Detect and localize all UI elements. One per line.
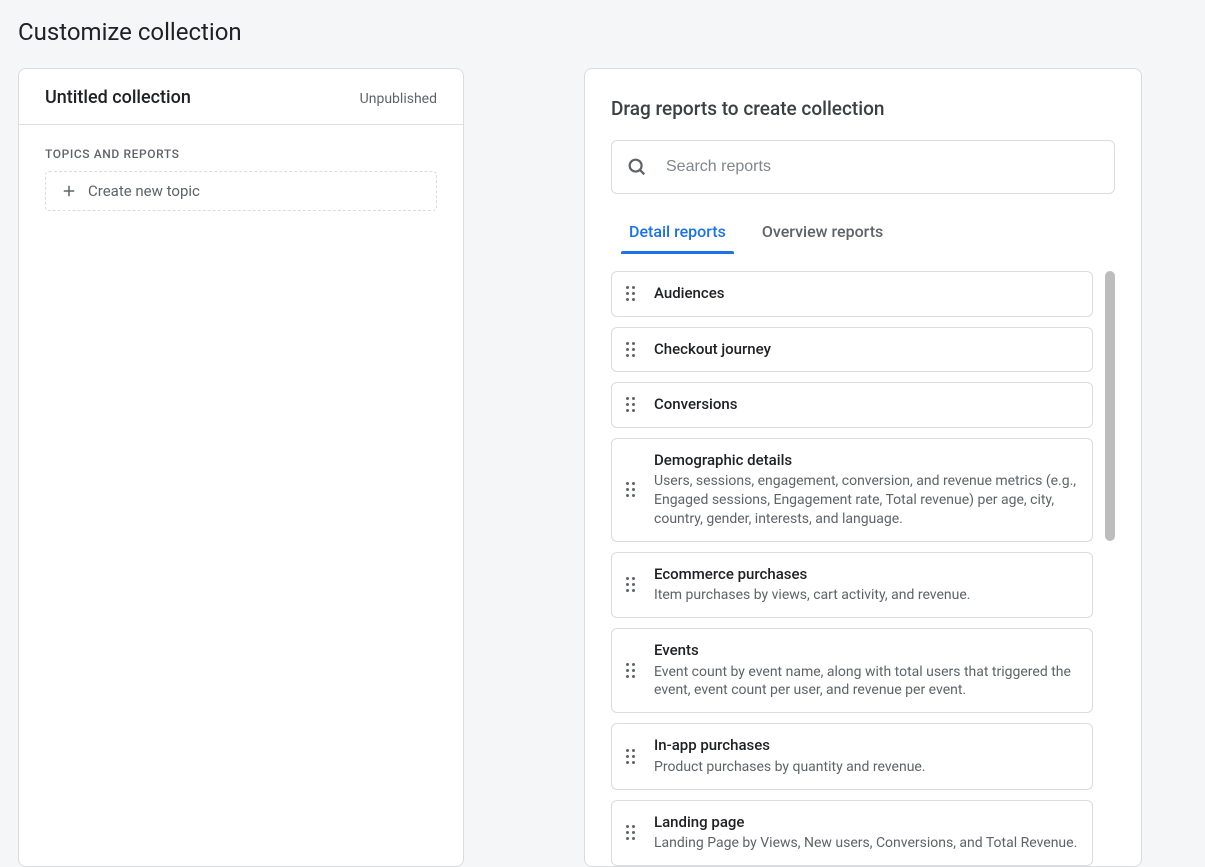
report-tabs: Detail reports Overview reports (611, 222, 1115, 253)
report-body: Audiences (654, 284, 1078, 304)
report-card[interactable]: Demographic detailsUsers, sessions, enga… (611, 438, 1093, 542)
search-box[interactable] (611, 140, 1115, 194)
reports-panel-heading: Drag reports to create collection (611, 97, 1115, 120)
drag-handle-icon[interactable] (626, 576, 640, 594)
report-description: Landing Page by Views, New users, Conver… (654, 834, 1078, 853)
report-title: Audiences (654, 284, 1078, 304)
topics-section-label: TOPICS AND REPORTS (19, 125, 463, 171)
tab-detail-reports[interactable]: Detail reports (629, 222, 726, 253)
report-card[interactable]: Audiences (611, 271, 1093, 317)
report-body: Ecommerce purchasesItem purchases by vie… (654, 565, 1078, 605)
report-card[interactable]: EventsEvent count by event name, along w… (611, 628, 1093, 713)
report-title: Ecommerce purchases (654, 565, 1078, 585)
report-title: Checkout journey (654, 340, 1078, 360)
create-topic-label: Create new topic (88, 182, 200, 200)
collection-panel: Untitled collection Unpublished TOPICS A… (18, 68, 464, 867)
report-card[interactable]: Landing pageLanding Page by Views, New u… (611, 800, 1093, 866)
report-card[interactable]: Conversions (611, 382, 1093, 428)
report-body: Conversions (654, 395, 1078, 415)
report-card[interactable]: Checkout journey (611, 327, 1093, 373)
drag-handle-icon[interactable] (626, 396, 640, 414)
report-card[interactable]: Ecommerce purchasesItem purchases by vie… (611, 552, 1093, 618)
reports-panel: Drag reports to create collection Detail… (584, 68, 1142, 867)
report-body: Demographic detailsUsers, sessions, enga… (654, 451, 1078, 529)
report-body: In-app purchases Product purchases by qua… (654, 736, 1078, 776)
drag-handle-icon[interactable] (626, 748, 640, 766)
reports-list: Audiences Checkout journey Conversions Demo… (611, 271, 1115, 866)
create-topic-button[interactable]: Create new topic (45, 171, 437, 211)
collection-header: Untitled collection Unpublished (19, 69, 463, 125)
report-description: Users, sessions, engagement, conversion,… (654, 472, 1078, 529)
search-icon (626, 156, 648, 178)
scrollbar[interactable] (1105, 271, 1115, 541)
search-input[interactable] (666, 158, 1100, 176)
report-body: EventsEvent count by event name, along w… (654, 641, 1078, 700)
report-title: Demographic details (654, 451, 1078, 471)
report-description: Product purchases by quantity and revenu… (654, 758, 1078, 777)
drag-handle-icon[interactable] (626, 285, 640, 303)
collection-status: Unpublished (360, 91, 437, 107)
report-title: Events (654, 641, 1078, 661)
report-title: In-app purchases (654, 736, 1078, 756)
reports-scroll: Audiences Checkout journey Conversions Demo… (611, 271, 1115, 866)
report-body: Checkout journey (654, 340, 1078, 360)
page-title: Customize collection (0, 0, 1205, 68)
report-card[interactable]: In-app purchases Product purchases by qua… (611, 723, 1093, 789)
drag-handle-icon[interactable] (626, 662, 640, 680)
drag-handle-icon[interactable] (626, 481, 640, 499)
drag-handle-icon[interactable] (626, 340, 640, 358)
report-description: Event count by event name, along with to… (654, 663, 1078, 701)
drag-handle-icon[interactable] (626, 824, 640, 842)
report-description: Item purchases by views, cart activity, … (654, 586, 1078, 605)
tab-overview-reports[interactable]: Overview reports (762, 222, 883, 253)
report-body: Landing pageLanding Page by Views, New u… (654, 813, 1078, 853)
plus-icon (60, 182, 78, 200)
collection-title: Untitled collection (45, 87, 191, 108)
report-title: Conversions (654, 395, 1078, 415)
report-title: Landing page (654, 813, 1078, 833)
